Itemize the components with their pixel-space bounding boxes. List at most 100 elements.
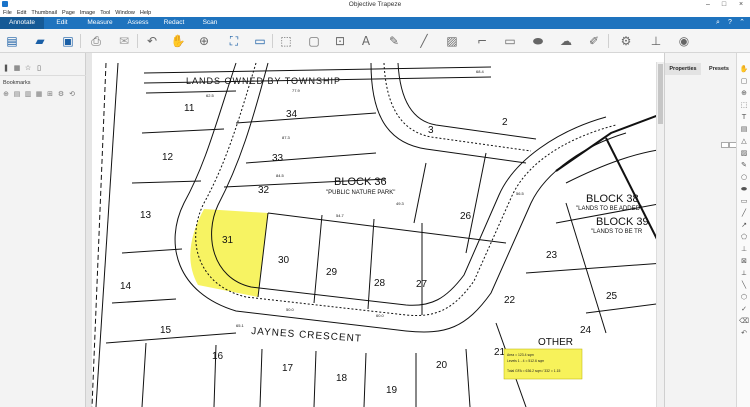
hand-tool-icon[interactable]: ✋ bbox=[739, 65, 749, 74]
triangle-tool-icon[interactable]: △ bbox=[739, 137, 749, 146]
menu-image[interactable]: Image bbox=[77, 9, 97, 17]
circle-tool-icon[interactable]: ○ bbox=[739, 173, 749, 182]
maximize-button[interactable]: □ bbox=[717, 0, 731, 9]
other-label: OTHER bbox=[538, 337, 573, 348]
menu-thumbnail[interactable]: Thumbnail bbox=[29, 9, 60, 17]
thumbnails-icon[interactable]: ▦ bbox=[13, 64, 21, 72]
line-icon[interactable]: ╱ bbox=[416, 33, 432, 49]
menu-edit[interactable]: Edit bbox=[14, 9, 28, 17]
print-icon[interactable]: ⎙ bbox=[88, 33, 104, 49]
menu-file[interactable]: File bbox=[0, 9, 14, 17]
vertical-scrollbar[interactable] bbox=[656, 62, 664, 407]
line-tool-icon[interactable]: ╱ bbox=[739, 209, 749, 218]
block36-title: BLOCK 36 bbox=[334, 176, 387, 188]
tab-measure[interactable]: Measure bbox=[80, 17, 120, 29]
delete-icon[interactable]: ▥ bbox=[24, 90, 32, 98]
properties-panel: Properties Presets bbox=[664, 53, 737, 407]
polyline-icon[interactable]: ⌐ bbox=[474, 33, 490, 49]
document-canvas[interactable]: LANDS OWNED BY TOWNSHIP BLOCK 36 "PUBLIC… bbox=[86, 53, 664, 407]
ellipse-tool-icon[interactable]: ⬬ bbox=[739, 185, 749, 194]
expand-icon[interactable]: ⊞ bbox=[46, 90, 54, 98]
road-top-label: LANDS OWNED BY TOWNSHIP bbox=[186, 76, 341, 86]
menu-window[interactable]: Window bbox=[113, 9, 138, 17]
pen-tool-icon[interactable]: ✎ bbox=[739, 161, 749, 170]
undo-icon[interactable]: ↶ bbox=[144, 33, 160, 49]
bookmark-icon[interactable]: ❚ bbox=[2, 64, 10, 72]
image-tool-icon[interactable]: ▨ bbox=[739, 149, 749, 158]
image-select-icon[interactable]: ▢ bbox=[306, 33, 322, 49]
settings-icon[interactable]: ⚙ bbox=[618, 33, 634, 49]
email-icon[interactable]: ✉ bbox=[116, 33, 132, 49]
arrow-tool-icon[interactable]: ↗ bbox=[739, 221, 749, 230]
text-icon[interactable]: A bbox=[358, 33, 374, 49]
cloud-icon[interactable]: ☁ bbox=[558, 33, 574, 49]
tab-scan[interactable]: Scan bbox=[192, 17, 228, 29]
measure-tool-icon[interactable]: ⟂ bbox=[739, 269, 749, 278]
ruler-tool-icon[interactable]: ╲ bbox=[739, 281, 749, 290]
text-tool-icon[interactable]: T bbox=[739, 113, 749, 122]
undo-tool-icon[interactable]: ↶ bbox=[739, 329, 749, 338]
stamp-tool-icon[interactable]: ⊥ bbox=[739, 245, 749, 254]
lot-label: 24 bbox=[580, 325, 592, 336]
minimize-button[interactable]: – bbox=[701, 0, 715, 9]
move-icon[interactable]: ▦ bbox=[35, 90, 43, 98]
tab-annotate[interactable]: Annotate bbox=[0, 17, 44, 29]
note-tool-icon[interactable]: ▤ bbox=[739, 125, 749, 134]
crop-icon[interactable]: ⊡ bbox=[332, 33, 348, 49]
add-bookmark-icon[interactable]: ⊕ bbox=[2, 90, 10, 98]
marquee-tool-icon[interactable]: ⬚ bbox=[739, 101, 749, 110]
tab-edit[interactable]: Edit bbox=[44, 17, 80, 29]
bookmark-settings-icon[interactable]: ⚙ bbox=[57, 90, 65, 98]
dimension-label: 77.9 bbox=[292, 88, 301, 93]
zoom-icon[interactable]: ⊕ bbox=[196, 33, 212, 49]
bookmark-tools: ⊕ ▤ ▥ ▦ ⊞ ⚙ ⟲ bbox=[2, 90, 76, 98]
close-button[interactable]: × bbox=[734, 0, 748, 9]
lot-label: 16 bbox=[212, 351, 224, 362]
lot-label: 28 bbox=[374, 278, 386, 289]
rect-tool-icon[interactable]: ▭ bbox=[739, 197, 749, 206]
tab-presets[interactable]: Presets bbox=[701, 63, 737, 75]
ellipse-icon[interactable]: ⬬ bbox=[530, 33, 546, 49]
lot-label: 12 bbox=[162, 152, 174, 163]
menu-tool[interactable]: Tool bbox=[98, 9, 113, 17]
lot-label: 30 bbox=[278, 255, 290, 266]
lot-31-highlight[interactable] bbox=[190, 209, 268, 297]
menu-page[interactable]: Page bbox=[60, 9, 78, 17]
pages-icon[interactable]: ▯ bbox=[35, 64, 43, 72]
rectangle-icon[interactable]: ▭ bbox=[502, 33, 518, 49]
menu-help[interactable]: Help bbox=[137, 9, 153, 17]
seal-icon[interactable]: ◉ bbox=[676, 33, 692, 49]
help-icon[interactable]: ? bbox=[726, 19, 734, 27]
lock-tool-icon[interactable]: ⊠ bbox=[739, 257, 749, 266]
page-view-icon[interactable]: ▭ bbox=[252, 33, 268, 49]
eraser-tool-icon[interactable]: ⌫ bbox=[739, 317, 749, 326]
new-document-icon[interactable]: ▤ bbox=[4, 33, 20, 49]
zoom-tool-icon[interactable]: ⊕ bbox=[739, 89, 749, 98]
window-title: Objective Trapeze bbox=[348, 1, 402, 8]
stamp-icon[interactable]: ⊥ bbox=[648, 33, 664, 49]
select-icon[interactable]: ⬚ bbox=[278, 33, 294, 49]
save-icon[interactable]: ▣ bbox=[60, 33, 76, 49]
open-folder-icon[interactable]: ▰ bbox=[32, 33, 48, 49]
freehand-icon[interactable]: ✐ bbox=[586, 33, 602, 49]
new-folder-icon[interactable]: ▤ bbox=[13, 90, 21, 98]
lot-label: 11 bbox=[184, 103, 195, 114]
highlighter-icon[interactable]: ✎ bbox=[386, 33, 402, 49]
tab-assess[interactable]: Assess bbox=[120, 17, 156, 29]
lot-label: 25 bbox=[606, 291, 618, 302]
picture-icon[interactable]: ▨ bbox=[444, 33, 460, 49]
search-icon[interactable]: ⌕ bbox=[714, 19, 722, 27]
scrollbar-thumb[interactable] bbox=[658, 64, 663, 124]
tab-properties[interactable]: Properties bbox=[665, 63, 701, 75]
area-tool-icon[interactable]: ⬡ bbox=[739, 293, 749, 302]
fit-page-icon[interactable]: ⛶ bbox=[226, 33, 242, 49]
pan-hand-icon[interactable]: ✋ bbox=[170, 33, 186, 49]
bookmark-refresh-icon[interactable]: ⟲ bbox=[68, 90, 76, 98]
select-tool-icon[interactable]: ▢ bbox=[739, 77, 749, 86]
collapse-icon[interactable]: ⌃ bbox=[738, 19, 746, 27]
count-tool-icon[interactable]: ✓ bbox=[739, 305, 749, 314]
polygon-tool-icon[interactable]: ⬠ bbox=[739, 233, 749, 242]
panel-option-box[interactable] bbox=[721, 142, 729, 148]
tab-redact[interactable]: Redact bbox=[156, 17, 192, 29]
star-icon[interactable]: ☆ bbox=[24, 64, 32, 72]
